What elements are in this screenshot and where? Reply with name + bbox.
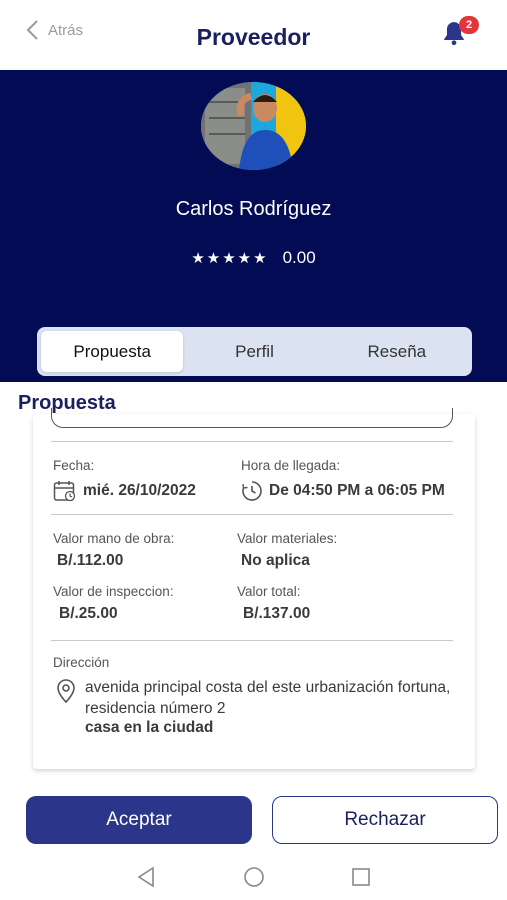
system-nav-bar <box>0 852 507 900</box>
labor-value: B/.112.00 <box>57 552 124 569</box>
clock-icon <box>242 481 262 501</box>
date-label: Fecha: <box>53 458 95 473</box>
date-value-row: mié. 26/10/2022 <box>53 480 196 502</box>
avatar-photo <box>201 82 306 170</box>
arrival-value-row: De 04:50 PM a 06:05 PM <box>241 480 445 502</box>
address-text: avenida principal costa del este urbaniz… <box>85 679 451 717</box>
materials-value: No aplica <box>241 552 310 569</box>
location-pin-icon <box>57 679 75 704</box>
rating-value: 0.00 <box>282 248 316 267</box>
tab-resena[interactable]: Reseña <box>326 331 468 372</box>
divider <box>51 441 453 442</box>
address-label: Dirección <box>53 655 110 670</box>
reject-button[interactable]: Rechazar <box>272 796 498 844</box>
arrival-label: Hora de llegada: <box>241 458 341 473</box>
tab-propuesta[interactable]: Propuesta <box>41 331 184 372</box>
tab-perfil[interactable]: Perfil <box>183 331 325 372</box>
rating: ★★★★★ 0.00 <box>0 248 507 268</box>
inspection-label: Valor de inspeccion: <box>53 584 174 599</box>
total-label: Valor total: <box>237 584 301 599</box>
date-value: mié. 26/10/2022 <box>83 482 196 499</box>
labor-label: Valor mano de obra: <box>53 531 175 546</box>
materials-label: Valor materiales: <box>237 531 338 546</box>
accept-button[interactable]: Aceptar <box>26 796 252 844</box>
avatar <box>201 82 306 170</box>
notifications-button[interactable]: 2 <box>441 16 479 46</box>
top-bar: Atrás Proveedor 2 <box>0 0 507 70</box>
total-value: B/.137.00 <box>243 605 311 622</box>
tab-bar: Propuesta Perfil Reseña <box>37 327 472 376</box>
notification-badge: 2 <box>459 16 479 34</box>
inspection-value: B/.25.00 <box>59 605 118 622</box>
divider <box>51 514 453 515</box>
nav-recent-apps-icon[interactable] <box>351 867 371 887</box>
arrival-value: De 04:50 PM a 06:05 PM <box>269 482 445 499</box>
page-title: Proveedor <box>196 24 311 50</box>
divider <box>51 640 453 641</box>
proposal-card: Fecha: mié. 26/10/2022 Hora de llegada: … <box>33 408 475 769</box>
provider-name: Carlos Rodríguez <box>175 198 332 220</box>
nav-home-icon[interactable] <box>243 866 265 888</box>
star-rating-icon: ★★★★★ <box>191 250 269 267</box>
address-detail: casa en la ciudad <box>85 719 214 736</box>
nav-back-icon[interactable] <box>136 866 156 888</box>
collapsed-field-edge <box>51 408 453 428</box>
calendar-icon <box>53 481 76 502</box>
